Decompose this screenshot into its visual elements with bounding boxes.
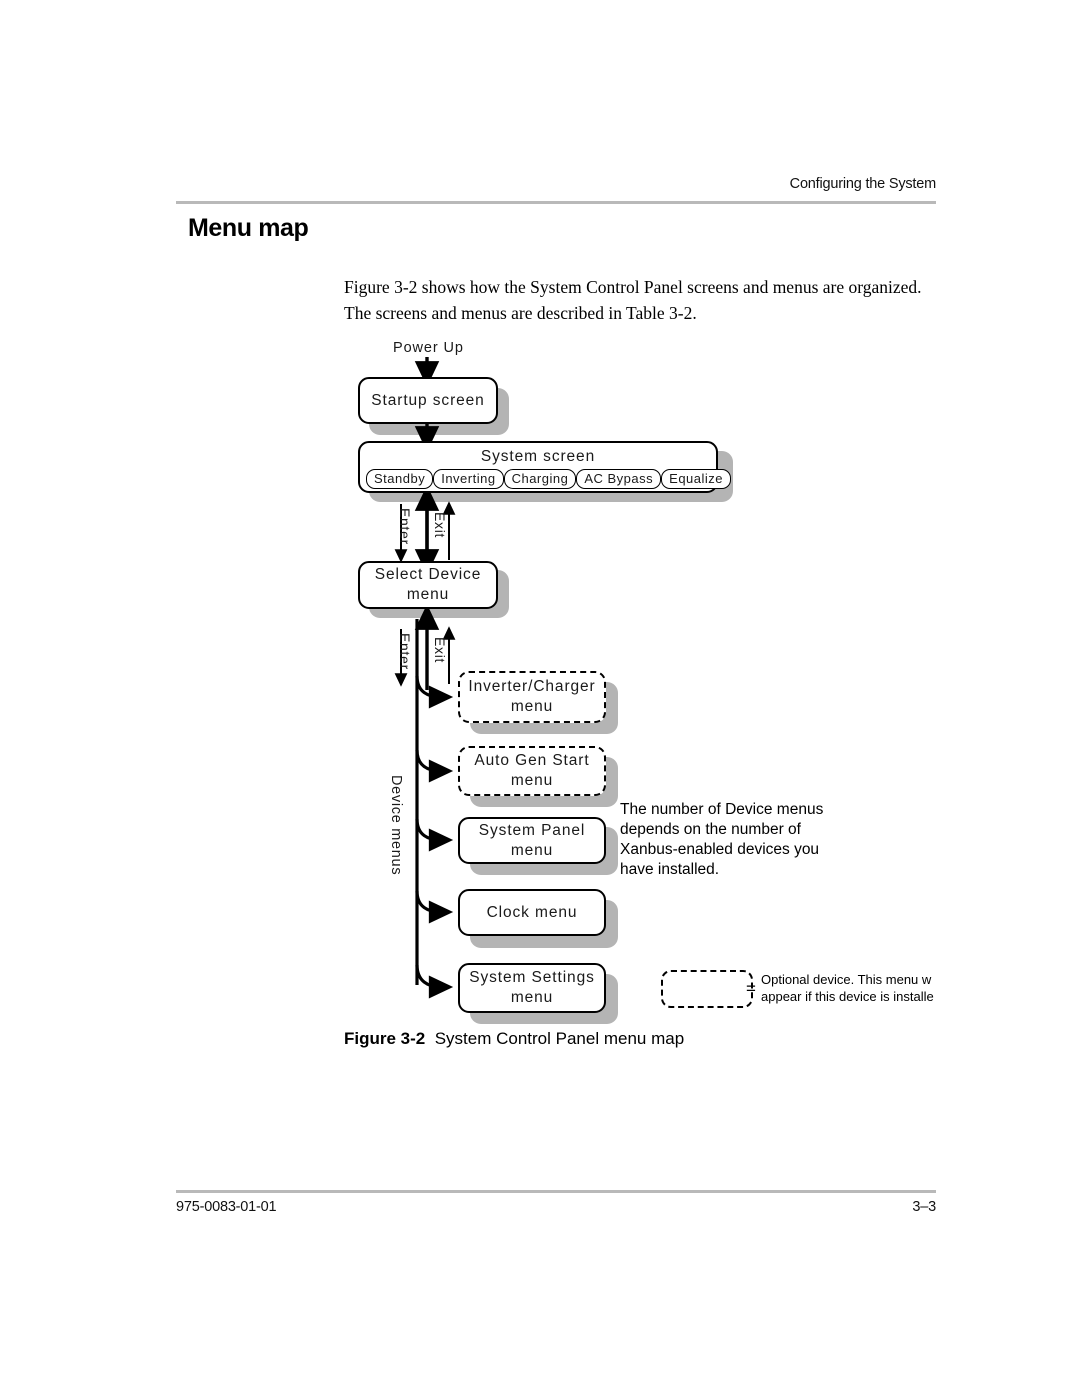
device-menus-annotation: The number of Device menus depends on th…: [620, 801, 824, 878]
device-menus-label: Device menus: [388, 775, 404, 876]
system-panel-menu-label: System Panel menu: [478, 821, 586, 859]
inverter-charger-menu-line1: Inverter/Charger: [468, 678, 596, 695]
branch-arrow-clock: [415, 890, 454, 924]
state-pill-ac-bypass[interactable]: AC Bypass: [576, 469, 662, 489]
node-clock-menu[interactable]: Clock menu: [458, 889, 606, 936]
legend-optional-device-text: Optional device. This menu w appear if t…: [761, 971, 939, 1005]
menu-map-figure: Power Up Startup screen System screen St…: [0, 0, 1080, 1397]
branch-arrow-system-panel: [415, 818, 454, 852]
branch-arrow-system-settings: [415, 964, 454, 999]
select-device-menu-line1: Select Device: [374, 566, 482, 583]
document-page: Configuring the System Menu map Figure 3…: [0, 0, 1080, 1397]
state-pill-standby[interactable]: Standby: [366, 469, 434, 489]
branch-arrow-auto-gen-start: [415, 749, 454, 783]
enter-label-2: Enter: [397, 633, 413, 670]
legend-equals-sign: =: [746, 979, 756, 998]
state-pill-charging[interactable]: Charging: [503, 469, 577, 489]
node-auto-gen-start-menu[interactable]: Auto Gen Start menu: [458, 746, 606, 796]
state-pill-inverting[interactable]: Inverting: [433, 469, 504, 489]
node-select-device-menu[interactable]: Select Device menu: [358, 561, 498, 609]
legend-text-line2: appear if this device is installe: [761, 989, 934, 1004]
clock-menu-label: Clock menu: [486, 903, 578, 921]
exit-label-2: Exit: [432, 637, 448, 664]
node-inverter-charger-menu[interactable]: Inverter/Charger menu: [458, 671, 606, 723]
legend-text-line1: Optional device. This menu w: [761, 972, 932, 987]
exit-label-1: Exit: [432, 512, 448, 539]
branch-arrow-inverter-charger: [415, 675, 454, 709]
system-settings-menu-line1: System Settings: [469, 969, 595, 986]
node-system-screen[interactable]: System screen Standby Inverting Charging…: [358, 441, 732, 493]
legend-optional-device-box: [661, 970, 753, 1008]
auto-gen-start-menu-label: Auto Gen Start menu: [474, 752, 590, 789]
inverter-charger-menu-line2: menu: [510, 698, 554, 715]
node-system-panel-menu[interactable]: System Panel menu: [458, 817, 606, 864]
enter-label-1: Enter: [397, 508, 413, 545]
select-device-menu-line2: menu: [406, 586, 450, 603]
system-screen-state-row: Standby Inverting Charging AC Bypass Equ…: [360, 466, 732, 489]
system-settings-menu-line2: menu: [510, 989, 554, 1006]
node-startup-screen[interactable]: Startup screen: [358, 377, 498, 424]
system-screen-title: System screen: [480, 448, 596, 465]
state-pill-equalize[interactable]: Equalize: [661, 469, 732, 489]
node-system-settings-menu[interactable]: System Settings menu: [458, 963, 606, 1013]
node-startup-screen-label: Startup screen: [371, 391, 485, 409]
